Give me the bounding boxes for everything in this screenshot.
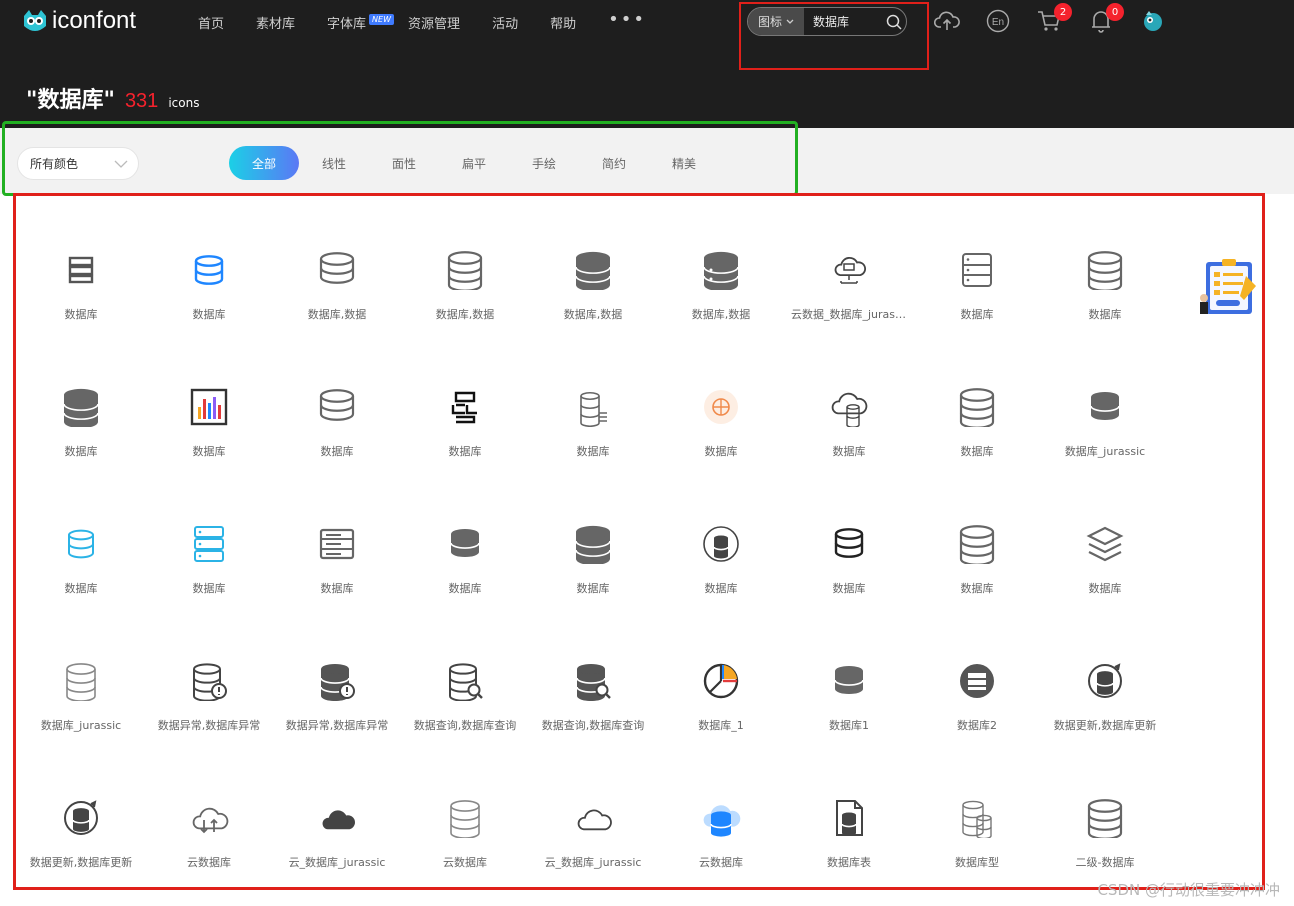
query-text: "数据库" bbox=[26, 88, 115, 113]
logo-owl-icon bbox=[24, 10, 46, 31]
highlight-box-filters bbox=[2, 121, 798, 196]
result-count: 331 bbox=[124, 90, 159, 112]
results-heading: "数据库" 331 icons bbox=[26, 82, 199, 114]
language-label: En bbox=[992, 17, 1004, 28]
highlight-box-results bbox=[13, 193, 1265, 890]
brand-name: iconfont bbox=[52, 7, 137, 34]
nav-item-resources[interactable]: 资源管理 bbox=[408, 13, 460, 32]
nav-label: 首页 bbox=[198, 17, 225, 32]
nav-label: 字体库 bbox=[327, 17, 367, 32]
nav-label: 资源管理 bbox=[408, 17, 461, 32]
upload-icon[interactable] bbox=[934, 8, 960, 34]
nav-item-activities[interactable]: 活动 bbox=[492, 13, 518, 32]
result-unit: icons bbox=[168, 96, 200, 110]
highlight-box-search bbox=[739, 2, 929, 70]
user-avatar[interactable] bbox=[1140, 8, 1166, 34]
nav-item-home[interactable]: 首页 bbox=[198, 13, 224, 32]
bell-icon[interactable]: 0 bbox=[1088, 3, 1124, 34]
nav-label: 活动 bbox=[492, 17, 519, 32]
nav-item-help[interactable]: 帮助 bbox=[550, 13, 576, 32]
watermark-text: CSDN @行动很重要冲冲冲 bbox=[1097, 881, 1280, 899]
language-switch[interactable]: En bbox=[985, 8, 1011, 34]
iconfont-logo[interactable]: iconfont bbox=[20, 6, 136, 36]
top-header: iconfont 首页 素材库 字体库 NEW 资源管理 活动 帮助 ••• 图标… bbox=[0, 0, 1294, 128]
nav-item-fonts[interactable]: 字体库 NEW bbox=[327, 13, 394, 32]
nav-item-materials[interactable]: 素材库 bbox=[256, 13, 295, 32]
new-badge: NEW bbox=[369, 14, 394, 25]
cart-count-badge: 2 bbox=[1054, 3, 1072, 21]
cart-icon[interactable]: 2 bbox=[1036, 3, 1072, 34]
notification-count-badge: 0 bbox=[1106, 3, 1124, 21]
clipboard-illustration[interactable] bbox=[1198, 256, 1258, 316]
nav-label: 帮助 bbox=[550, 17, 577, 32]
nav-label: 素材库 bbox=[256, 17, 296, 32]
more-menu-icon[interactable]: ••• bbox=[608, 9, 646, 30]
main-nav: 首页 素材库 字体库 NEW 资源管理 活动 帮助 ••• bbox=[198, 9, 646, 32]
